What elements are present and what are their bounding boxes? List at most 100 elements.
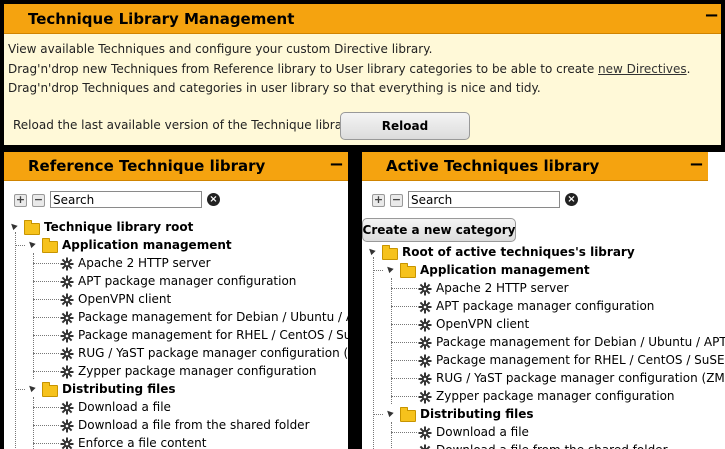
tree-technique-item[interactable]: Zypper package manager configuration (78, 364, 317, 378)
technique-gear-icon (60, 257, 74, 271)
tree-category-label[interactable]: Distributing files (420, 407, 534, 421)
tree-connector (15, 232, 16, 449)
tree-connector (33, 407, 59, 408)
collapse-all-icon[interactable]: − (390, 194, 403, 207)
tree-category-label[interactable]: Application management (62, 238, 232, 252)
folder-icon (400, 407, 416, 422)
tree-root-label[interactable]: Root of active techniques's library (402, 245, 635, 259)
expand-all-icon[interactable]: + (14, 194, 27, 207)
reference-panel-header: Reference Technique library − (4, 152, 348, 181)
tree-technique-item[interactable]: Enforce a file content (78, 436, 206, 449)
technique-gear-icon (60, 311, 74, 325)
tree-technique-item[interactable]: Package management for RHEL / CentOS / S… (436, 353, 725, 367)
tree-connector (373, 270, 383, 271)
new-directives-link[interactable]: new Directives (598, 62, 687, 76)
tree-connector (391, 278, 392, 404)
tree-technique-item[interactable]: Download a file (436, 425, 529, 439)
tree-technique-item[interactable]: Package management for Debian / Ubuntu /… (78, 310, 348, 324)
reference-search-input[interactable] (50, 191, 202, 208)
active-clear-search-icon[interactable]: × (565, 193, 578, 206)
technique-gear-icon (60, 347, 74, 361)
header-collapse-button[interactable]: − (704, 7, 719, 25)
description-line-1: View available Techniques and configure … (8, 42, 433, 56)
technique-gear-icon (418, 354, 432, 368)
description-line-2-end: . (686, 62, 691, 76)
technique-gear-icon (418, 336, 432, 350)
tree-technique-item[interactable]: Apache 2 HTTP server (78, 256, 211, 270)
category-expander-icon[interactable]: ▲ (384, 263, 395, 274)
tree-category-label[interactable]: Distributing files (62, 382, 176, 396)
active-panel-header: Active Techniques library − (362, 152, 708, 181)
tree-technique-item[interactable]: Download a file from the shared folder (436, 443, 668, 449)
expand-all-icon[interactable]: + (372, 194, 385, 207)
tree-connector (391, 360, 417, 361)
tree-technique-item[interactable]: Package management for RHEL / CentOS / S… (78, 328, 348, 342)
tree-connector (15, 389, 25, 390)
tree-technique-item[interactable]: RUG / YaST package manager configuration… (78, 346, 348, 360)
tree-technique-item[interactable]: OpenVPN client (78, 292, 171, 306)
technique-gear-icon (60, 419, 74, 433)
technique-gear-icon (60, 293, 74, 307)
collapse-all-icon[interactable]: − (32, 194, 45, 207)
tree-connector (15, 245, 25, 246)
tree-technique-item[interactable]: APT package manager configuration (78, 274, 296, 288)
folder-icon (42, 238, 58, 253)
category-expander-icon[interactable]: ▲ (384, 407, 395, 418)
technique-gear-icon (60, 401, 74, 415)
active-panel-title: Active Techniques library (386, 157, 600, 175)
reference-clear-search-icon[interactable]: × (207, 193, 220, 206)
active-collapse-button[interactable]: − (689, 154, 704, 175)
tree-connector (33, 281, 59, 282)
category-expander-icon[interactable]: ▲ (26, 238, 37, 249)
technique-gear-icon (418, 372, 432, 386)
folder-icon (24, 220, 40, 235)
tree-category-label[interactable]: Application management (420, 263, 590, 277)
category-expander-icon[interactable]: ▲ (26, 382, 37, 393)
create-category-button[interactable]: Create a new category (362, 218, 516, 242)
root-expander-icon[interactable]: ▲ (366, 245, 377, 256)
tree-connector (391, 306, 417, 307)
tree-connector (33, 253, 34, 379)
technique-gear-icon (418, 318, 432, 332)
tree-root-label[interactable]: Technique library root (44, 220, 193, 234)
tree-connector (391, 432, 417, 433)
technique-gear-icon (60, 437, 74, 449)
technique-gear-icon (418, 444, 432, 449)
reference-library-panel: Reference Technique library − + − × ▲ Tec… (4, 152, 348, 449)
technique-gear-icon (418, 426, 432, 440)
description-line-3: Drag'n'drop Techniques and categories in… (8, 81, 541, 95)
tree-connector (33, 353, 59, 354)
reference-collapse-button[interactable]: − (329, 154, 344, 175)
reload-button[interactable]: Reload (340, 112, 470, 140)
technique-gear-icon (60, 329, 74, 343)
tree-connector (391, 378, 417, 379)
technique-gear-icon (418, 282, 432, 296)
tree-technique-item[interactable]: OpenVPN client (436, 317, 529, 331)
tree-technique-item[interactable]: APT package manager configuration (436, 299, 654, 313)
tree-technique-item[interactable]: RUG / YaST package manager configuration… (436, 371, 725, 385)
tree-technique-item[interactable]: Zypper package manager configuration (436, 389, 675, 403)
tree-technique-item[interactable]: Download a file from the shared folder (78, 418, 310, 432)
folder-icon (42, 382, 58, 397)
tree-technique-item[interactable]: Package management for Debian / Ubuntu /… (436, 335, 725, 349)
tree-technique-item[interactable]: Download a file (78, 400, 171, 414)
tree-connector (391, 324, 417, 325)
tree-connector (391, 342, 417, 343)
technique-gear-icon (418, 300, 432, 314)
folder-icon (382, 245, 398, 260)
tree-technique-item[interactable]: Apache 2 HTTP server (436, 281, 569, 295)
tree-connector (33, 335, 59, 336)
tree-connector (33, 425, 59, 426)
active-search-input[interactable] (408, 191, 560, 208)
folder-icon (400, 263, 416, 278)
tree-connector (373, 257, 374, 449)
page-header: Technique Library Management − (4, 4, 721, 34)
technique-gear-icon (60, 365, 74, 379)
tree-connector (33, 263, 59, 264)
root-expander-icon[interactable]: ▲ (8, 220, 19, 231)
active-library-panel: Active Techniques library − + − × Create… (362, 152, 725, 449)
description-line-2-text: Drag'n'drop new Techniques from Referenc… (8, 62, 599, 76)
tree-connector (33, 371, 59, 372)
tree-connector (391, 288, 417, 289)
tree-connector (391, 422, 392, 449)
